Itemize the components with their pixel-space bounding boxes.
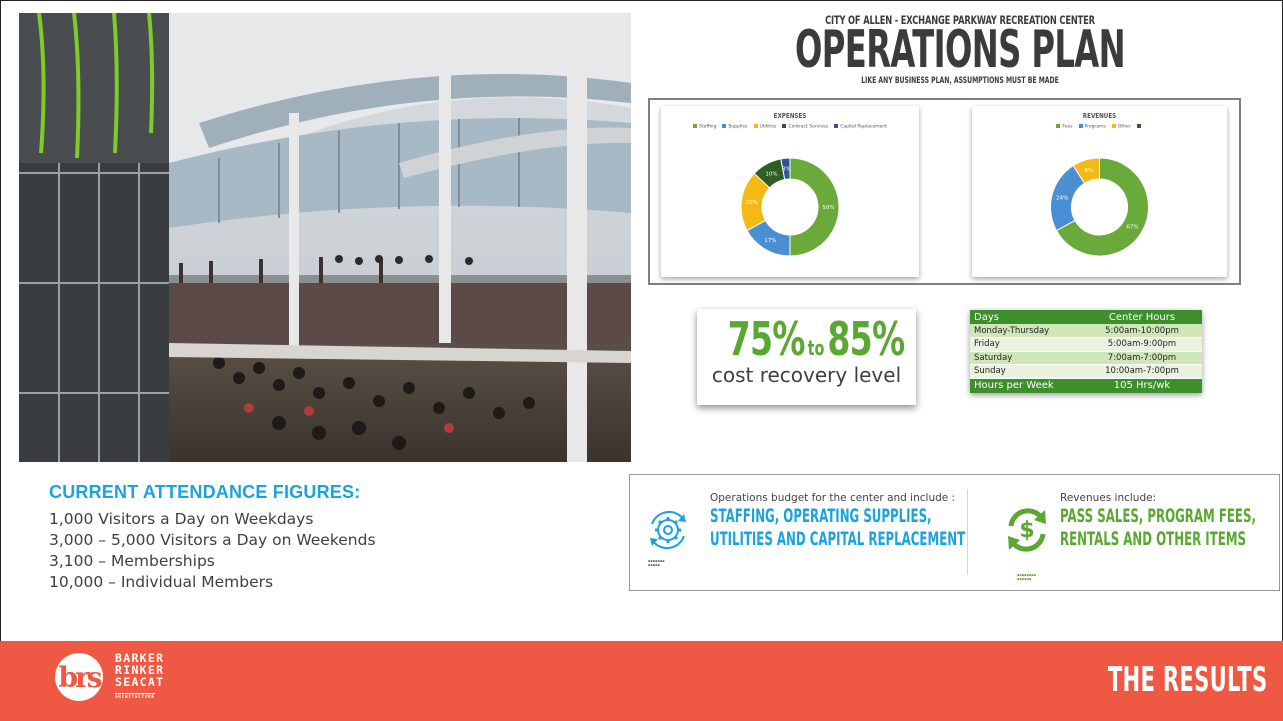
slice-label: 20% [746, 200, 758, 206]
budget-left-line2: UTILITIES AND CAPITAL REPLACEMENT [710, 528, 966, 550]
header-center-hours: Center Hours [1082, 310, 1202, 324]
revenues-chart-panel: REVENUES Fees Programs Other 67% 24% 9% [972, 106, 1227, 277]
recovery-caption: cost recovery level [711, 363, 902, 387]
recreation-center-photo [19, 13, 631, 462]
slice-label: 67% [1127, 225, 1139, 231]
center-hours-table: Days Center Hours Monday-Thursday 5:00am… [970, 310, 1202, 393]
hours-cell: 10:00am-7:00pm [1082, 364, 1202, 379]
budget-right-line1: PASS SALES, PROGRAM FEES, [1060, 505, 1256, 527]
charts-box: EXPENSES Staffing Supplies Utilities Contra… [648, 98, 1241, 285]
header-days: Days [970, 310, 1082, 324]
dollar-refresh-icon: $ [1001, 504, 1053, 561]
table-row: Sunday 10:00am-7:00pm [970, 364, 1202, 379]
day-cell: Sunday [970, 364, 1082, 379]
attendance-line: 3,000 – 5,000 Visitors a Day on Weekends [49, 531, 376, 549]
budget-left-intro: Operations budget for the center and inc… [710, 492, 956, 504]
budget-divider [967, 489, 968, 575]
attendance-list: 1,000 Visitors a Day on Weekdays 3,000 –… [49, 509, 569, 593]
firm-name: BARKER RINKER SEACAT ARCHITECTURE [115, 652, 164, 701]
ops-tagline: LIKE ANY BUSINESS PLAN, ASSUMPTIONS MUST… [861, 76, 1059, 86]
slice-label: 3% [782, 167, 791, 173]
recovery-to: to [807, 336, 825, 360]
slice-label: 10% [765, 171, 777, 177]
slice-label: 50% [822, 205, 834, 211]
attendance-heading: CURRENT ATTENDANCE FIGURES: [49, 482, 361, 502]
budget-right-line2: RENTALS AND OTHER ITEMS [1060, 528, 1246, 550]
day-cell: Friday [970, 337, 1082, 352]
recovery-high: 85% [827, 312, 905, 366]
attendance-line: 1,000 Visitors a Day on Weekdays [49, 510, 314, 528]
slice-label: 24% [1056, 195, 1068, 201]
svg-text:brs: brs [58, 661, 101, 694]
table-row: Monday-Thursday 5:00am-10:00pm [970, 324, 1202, 338]
svg-text:$: $ [1019, 518, 1034, 543]
hours-per-week-value: 105 Hrs/wk [1082, 378, 1202, 393]
footer-bar: brs BARKER RINKER SEACAT ARCHITECTURE TH… [0, 641, 1283, 721]
table-footer-row: Hours per Week 105 Hrs/wk [970, 378, 1202, 393]
table-row: Friday 5:00am-9:00pm [970, 337, 1202, 352]
slice-label: 9% [1084, 168, 1093, 174]
gear-caption-tiny: ▪▪▪▪▪▪▪ ▪▪▪▪▪ [648, 559, 665, 567]
gear-refresh-icon [644, 506, 692, 559]
hours-cell: 5:00am-9:00pm [1082, 337, 1202, 352]
budget-right-intro: Revenues include: [1060, 492, 1157, 504]
budget-left-line1: STAFFING, OPERATING SUPPLIES, [710, 505, 932, 527]
expenses-donut-chart: 50% 17% 20% 10% 3% [740, 157, 840, 257]
firm-line: SEACAT [115, 675, 165, 689]
day-cell: Saturday [970, 351, 1082, 365]
attendance-line: 10,000 – Individual Members [49, 573, 274, 591]
hours-per-week-label: Hours per Week [970, 378, 1082, 393]
hours-cell: 7:00am-7:00pm [1082, 351, 1202, 365]
ops-title: OPERATIONS PLAN [795, 20, 1126, 80]
section-title: THE RESULTS [1107, 660, 1267, 700]
revenues-donut-chart: 67% 24% 9% [1050, 157, 1149, 257]
attendance-line: 3,100 – Memberships [49, 552, 215, 570]
hours-cell: 5:00am-10:00pm [1082, 324, 1202, 338]
dollar-caption-tiny: ▪▪▪▪▪▪▪▪ ▪▪▪▪▪▪ [1017, 573, 1036, 581]
day-cell: Monday-Thursday [970, 324, 1082, 338]
budget-banner: ▪▪▪▪▪▪▪ ▪▪▪▪▪ Operations budget for the c… [629, 474, 1280, 591]
cost-recovery-box: 75% to85% cost recovery level [697, 309, 916, 405]
attendance-section: CURRENT ATTENDANCE FIGURES: 1,000 Visito… [49, 482, 569, 593]
slice-label: 17% [764, 238, 776, 244]
expenses-chart-panel: EXPENSES Staffing Supplies Utilities Contra… [661, 106, 919, 277]
table-header-row: Days Center Hours [970, 310, 1202, 324]
table-row: Saturday 7:00am-7:00pm [970, 351, 1202, 365]
brs-logo: brs [54, 652, 105, 707]
recovery-low: 75% [727, 312, 806, 366]
recovery-range: 75% to85% [727, 312, 906, 366]
firm-subtitle: ARCHITECTURE [115, 693, 155, 700]
